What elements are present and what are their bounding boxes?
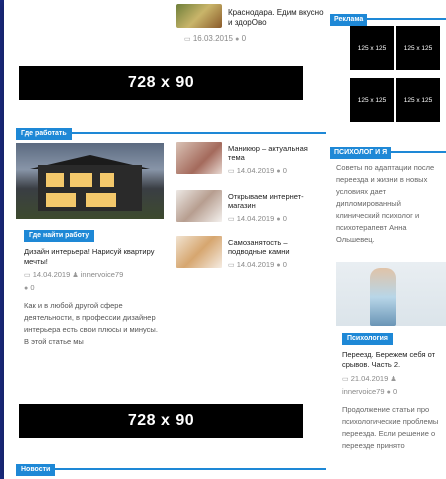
list-title[interactable]: Маникюр – актуальная тема	[228, 144, 324, 162]
list-title[interactable]: Самозанятость – подводные камни	[228, 238, 324, 256]
ad-125-2[interactable]: 125 x 125	[396, 26, 440, 70]
calendar-icon: ▭	[184, 36, 191, 43]
section-header-work: Где работать	[16, 122, 326, 140]
person-figure	[370, 268, 396, 326]
psych-intro: Советы по адаптации после переезда и жиз…	[336, 163, 435, 244]
calendar-icon: ▭	[228, 262, 235, 269]
section-title-news[interactable]: Новости	[16, 464, 56, 476]
comment-icon: ●	[276, 262, 281, 269]
teaser-title[interactable]: Краснодара. Едим вкусно и здорОво	[228, 8, 324, 28]
section-header-news: Новости	[16, 458, 326, 476]
section-title-work[interactable]: Где работать	[16, 128, 72, 140]
list-thumbnail[interactable]	[176, 142, 222, 174]
house-shape	[38, 165, 142, 211]
calendar-icon: ▭	[342, 376, 349, 383]
list-item[interactable]: Открываем интернет-магазин ▭ 14.04.2019 …	[176, 190, 326, 226]
teaser-date: 16.03.2015	[192, 34, 233, 43]
psych-post-date: 21.04.2019	[350, 374, 389, 383]
featured-comments[interactable]: 0	[30, 283, 34, 292]
sidebar-title-ads: Реклама	[330, 14, 368, 26]
calendar-icon: ▭	[228, 216, 235, 223]
page: Краснодара. Едим вкусно и здорОво ▭ 16.0…	[4, 0, 446, 479]
list-comments[interactable]: 0	[283, 260, 287, 269]
psych-post-title[interactable]: Переезд. Бережем себя от срывов. Часть 2…	[342, 350, 446, 370]
psych-post-meta: ▭ 21.04.2019 ♟	[342, 374, 397, 383]
featured-category-tag[interactable]: Где найти работу	[24, 230, 95, 242]
ad-125-4[interactable]: 125 x 125	[396, 78, 440, 122]
teaser-comments[interactable]: 0	[242, 34, 246, 43]
list-item[interactable]: Маникюр – актуальная тема ▭ 14.04.2019 ●…	[176, 142, 326, 178]
psych-post-author[interactable]: innervoice79	[342, 387, 385, 396]
sidebar-header-psych: ПСИХОЛОГ И Я	[330, 141, 446, 159]
ad-125-1[interactable]: 125 x 125	[350, 26, 394, 70]
featured-title[interactable]: Дизайн интерьера! Нарисуй квартиру мечты…	[24, 247, 164, 267]
sidebar-header-ads: Реклама	[330, 8, 446, 26]
featured-image[interactable]	[16, 143, 164, 219]
user-icon: ♟	[390, 376, 397, 383]
sidebar-title-psych: ПСИХОЛОГ И Я	[330, 147, 392, 159]
featured-author[interactable]: innervoice79	[81, 270, 124, 279]
list-meta: ▭ 14.04.2019 ● 0	[228, 166, 287, 175]
teaser-thumbnail[interactable]	[176, 4, 222, 28]
list-meta: ▭ 14.04.2019 ● 0	[228, 214, 287, 223]
list-thumbnail[interactable]	[176, 236, 222, 268]
featured-comments-row: ● 0	[24, 283, 35, 292]
list-comments[interactable]: 0	[283, 166, 287, 175]
psych-post-excerpt: Продолжение статьи про психологические п…	[342, 405, 439, 450]
teaser-meta: ▭ 16.03.2015 ● 0	[184, 34, 246, 43]
psych-post-comments[interactable]: 0	[393, 387, 397, 396]
list-comments[interactable]: 0	[283, 214, 287, 223]
banner-ad-top[interactable]: 728 x 90	[19, 66, 303, 100]
ad-125-3[interactable]: 125 x 125	[350, 78, 394, 122]
psych-post-image[interactable]	[336, 262, 446, 326]
banner-ad-bottom[interactable]: 728 x 90	[19, 404, 303, 438]
featured-excerpt: Как и в любой другой сфере деятельности,…	[24, 301, 158, 346]
calendar-icon: ▭	[24, 272, 31, 279]
psych-post-meta-2: innervoice79 ● 0	[342, 387, 397, 396]
list-date: 14.04.2019	[236, 166, 275, 175]
list-date: 14.04.2019	[236, 214, 275, 223]
comment-icon: ●	[276, 216, 281, 223]
list-date: 14.04.2019	[236, 260, 275, 269]
psych-category-tag[interactable]: Психология	[342, 333, 393, 345]
user-icon: ♟	[72, 272, 79, 279]
comment-icon: ●	[386, 389, 391, 396]
featured-meta: ▭ 14.04.2019 ♟ innervoice79	[24, 270, 123, 279]
list-thumbnail[interactable]	[176, 190, 222, 222]
featured-date: 14.04.2019	[32, 270, 71, 279]
list-title[interactable]: Открываем интернет-магазин	[228, 192, 324, 210]
calendar-icon: ▭	[228, 168, 235, 175]
list-meta: ▭ 14.04.2019 ● 0	[228, 260, 287, 269]
list-item[interactable]: Самозанятость – подводные камни ▭ 14.04.…	[176, 236, 326, 272]
comment-icon: ●	[235, 36, 240, 43]
comment-icon: ●	[276, 168, 281, 175]
comment-icon: ●	[24, 285, 29, 292]
